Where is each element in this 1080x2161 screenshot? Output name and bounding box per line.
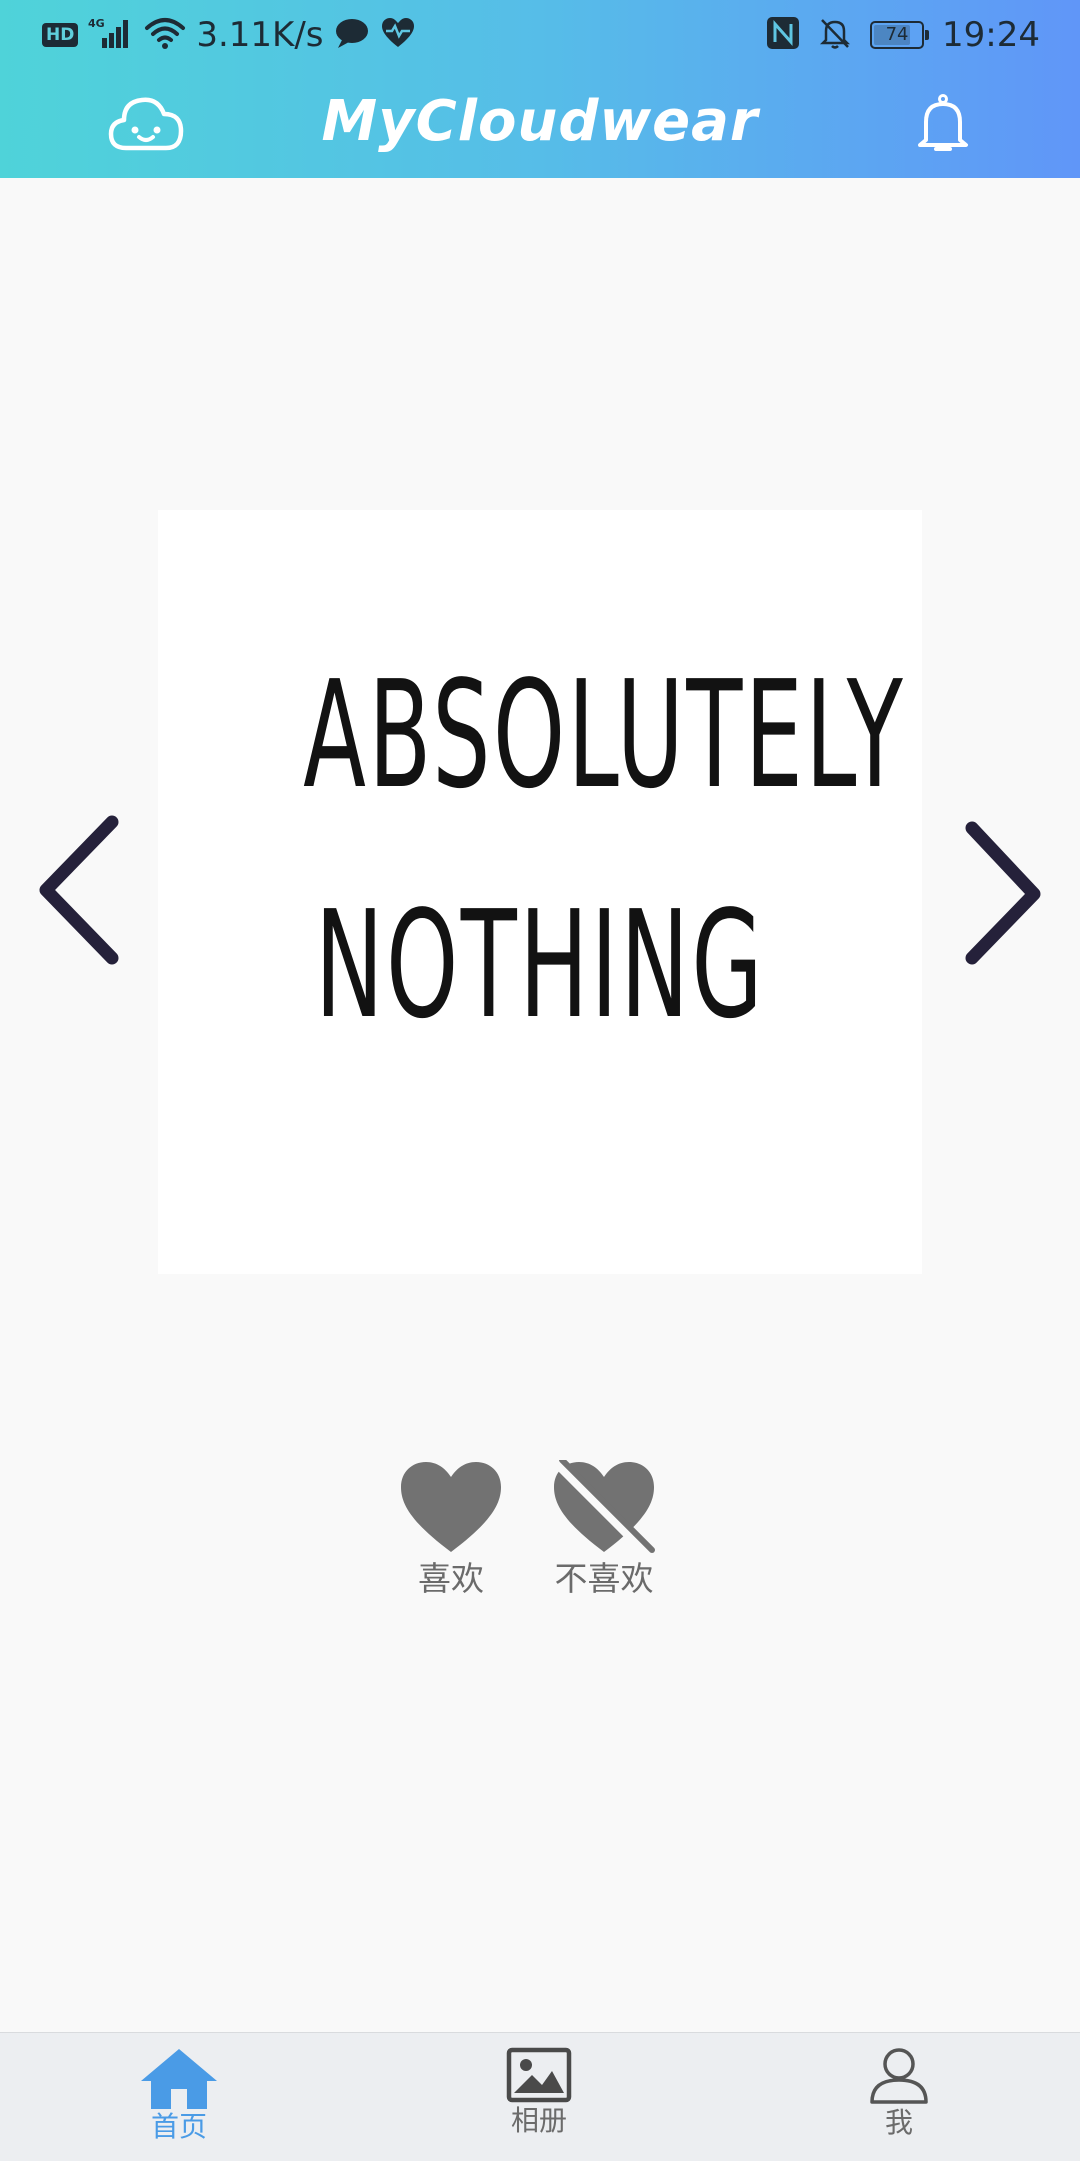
mute-bell-icon xyxy=(818,16,852,54)
health-heart-icon xyxy=(380,16,416,54)
app-bar: MyCloudwear xyxy=(0,70,1080,178)
nfc-icon xyxy=(766,16,800,54)
heart-icon xyxy=(401,1462,501,1552)
nav-me[interactable]: 我 xyxy=(819,2047,979,2139)
dislike-button[interactable]: 不喜欢 xyxy=(534,1460,674,1600)
status-bar: HD 4G 3.11K/s 74 19:24 xyxy=(0,0,1080,70)
home-icon xyxy=(141,2049,217,2109)
nav-home[interactable]: 首页 xyxy=(99,2047,259,2143)
header: HD 4G 3.11K/s 74 19:24 MyCloudwear xyxy=(0,0,1080,178)
rating-actions: 喜欢 不喜欢 xyxy=(0,1460,1080,1620)
user-icon xyxy=(870,2048,928,2104)
chat-bubble-icon xyxy=(334,16,370,54)
status-time: 19:24 xyxy=(942,15,1040,55)
nav-home-label: 首页 xyxy=(150,2110,207,2143)
network-type: 4G xyxy=(88,17,105,30)
battery-indicator: 74 xyxy=(870,21,930,49)
dislike-label: 不喜欢 xyxy=(554,1559,654,1598)
bell-icon[interactable] xyxy=(914,94,972,154)
photo-text-line2: NOTHING xyxy=(314,879,766,1051)
battery-level: 74 xyxy=(885,24,909,45)
hd-badge: HD xyxy=(42,23,79,47)
bottom-nav: 首页 相册 我 xyxy=(0,2032,1080,2161)
broken-heart-icon xyxy=(554,1460,655,1554)
photo-text-line1: ABSOLUTELY xyxy=(303,649,906,821)
photo-card: ABSOLUTELY NOTHING xyxy=(158,510,922,1274)
wifi-icon xyxy=(144,16,186,54)
main-content: ABSOLUTELY NOTHING 喜欢 不喜欢 xyxy=(0,178,1080,2032)
like-label: 喜欢 xyxy=(418,1559,484,1598)
nav-album-label: 相册 xyxy=(510,2104,567,2137)
chevron-right-icon[interactable] xyxy=(958,810,1048,970)
nav-album[interactable]: 相册 xyxy=(459,2047,619,2137)
image-icon xyxy=(506,2047,572,2103)
status-right: 74 19:24 xyxy=(766,10,1040,60)
like-button[interactable]: 喜欢 xyxy=(381,1460,521,1600)
net-speed: 3.11K/s xyxy=(196,15,324,55)
nav-me-label: 我 xyxy=(884,2106,913,2139)
signal-icon: 4G xyxy=(88,16,134,54)
status-left: HD 4G 3.11K/s xyxy=(42,10,416,60)
chevron-left-icon[interactable] xyxy=(34,810,124,970)
